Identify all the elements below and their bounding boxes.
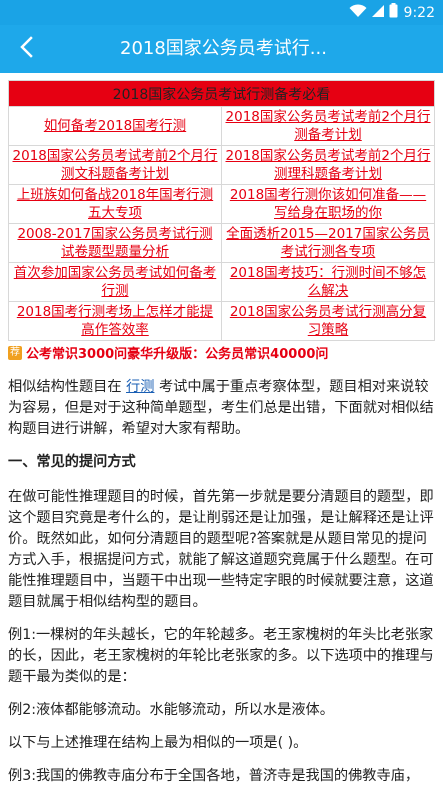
table-row: 上班族如何备战2018年国考行测五大专项 2018国考行测你该如何准备——写给身… [8, 184, 435, 224]
table-row: 2008-2017国家公务员考试行测试卷题型题量分析 全面透析2015—2017… [8, 223, 435, 263]
inline-link-xingce[interactable]: 行测 [126, 379, 154, 395]
back-arrow-icon [18, 36, 34, 62]
example-paragraph: 例1:一棵树的年头越长，它的年轮越多。老王家槐树的年头比老张家的长，因此，老王家… [8, 627, 434, 685]
related-link[interactable]: 如何备考2018国考行测 [11, 117, 219, 135]
related-link[interactable]: 2018国考技巧：行测时间不够怎么解决 [224, 264, 432, 300]
status-icons: 9:22 [349, 3, 435, 22]
paragraph: 在做可能性推理题目的时候，首先第一步就是要分清题目的题型，即这个题目究竟是考什么… [8, 489, 434, 610]
article-content[interactable]: 2018国家公务员考试行测备考必看 如何备考2018国考行测 2018国家公务员… [0, 73, 443, 788]
example-paragraph: 例3:我国的佛教寺庙分布于全国各地，普济寺是我国的佛教寺庙， [8, 768, 420, 784]
table-row: 2018国考行测考场上怎样才能提高作答效率 2018国家公务员考试行测高分复习策… [8, 301, 435, 341]
battery-icon [389, 3, 398, 22]
intro-paragraph: 相似结构性题目在 行测 考试中属于重点考察体型，题目相对来说较为容易，但是对于这… [8, 379, 434, 437]
table-header: 2018国家公务员考试行测备考必看 [8, 80, 435, 107]
related-link[interactable]: 2018国家公务员考试行测高分复习策略 [224, 303, 432, 339]
example-paragraph: 例2:液体都能够流动。水能够流动，所以水是液体。 [8, 702, 334, 718]
promo-link[interactable]: 公考常识3000问豪华升级版：公务员常识40000问 [26, 343, 328, 362]
related-link[interactable]: 2008-2017国家公务员考试行测试卷题型题量分析 [11, 225, 219, 261]
promo-banner[interactable]: 荐 公考常识3000问豪华升级版：公务员常识40000问 [8, 343, 435, 362]
status-time: 9:22 [403, 4, 435, 21]
back-button[interactable] [6, 29, 46, 69]
table-row: 首次参加国家公务员考试如何备考行测 2018国考技巧：行测时间不够怎么解决 [8, 262, 435, 302]
related-link[interactable]: 2018国家公务员考试考前2个月行测备考计划 [224, 108, 432, 144]
related-link[interactable]: 2018国家公务员考试考前2个月行测文科题备考计划 [11, 147, 219, 183]
signal-icon [371, 3, 385, 22]
table-row: 如何备考2018国考行测 2018国家公务员考试考前2个月行测备考计划 [8, 106, 435, 146]
related-links-table: 2018国家公务员考试行测备考必看 如何备考2018国考行测 2018国家公务员… [8, 80, 435, 341]
table-row: 2018国家公务员考试考前2个月行测文科题备考计划 2018国家公务员考试考前2… [8, 145, 435, 185]
related-link[interactable]: 全面透析2015—2017国家公务员考试行测各专项 [224, 225, 432, 261]
related-link[interactable]: 2018国家公务员考试考前2个月行测理科题备考计划 [224, 147, 432, 183]
question-paragraph: 以下与上述推理在结构上最为相似的一项是( )。 [8, 735, 308, 751]
related-link[interactable]: 2018国考行测考场上怎样才能提高作答效率 [11, 303, 219, 339]
status-bar: 9:22 [0, 0, 443, 25]
article-body: 相似结构性题目在 行测 考试中属于重点考察体型，题目相对来说较为容易，但是对于这… [8, 377, 436, 788]
related-link[interactable]: 上班族如何备战2018年国考行测五大专项 [11, 186, 219, 222]
wifi-icon [349, 3, 367, 22]
section-heading: 一、常见的提问方式 [8, 454, 136, 470]
tag-icon: 荐 [8, 345, 22, 360]
related-link[interactable]: 2018国考行测你该如何准备——写给身在职场的你 [224, 186, 432, 222]
related-link[interactable]: 首次参加国家公务员考试如何备考行测 [11, 264, 219, 300]
page-title: 2018国家公务员考试行... [120, 38, 327, 59]
app-bar: 2018国家公务员考试行... [0, 25, 443, 73]
